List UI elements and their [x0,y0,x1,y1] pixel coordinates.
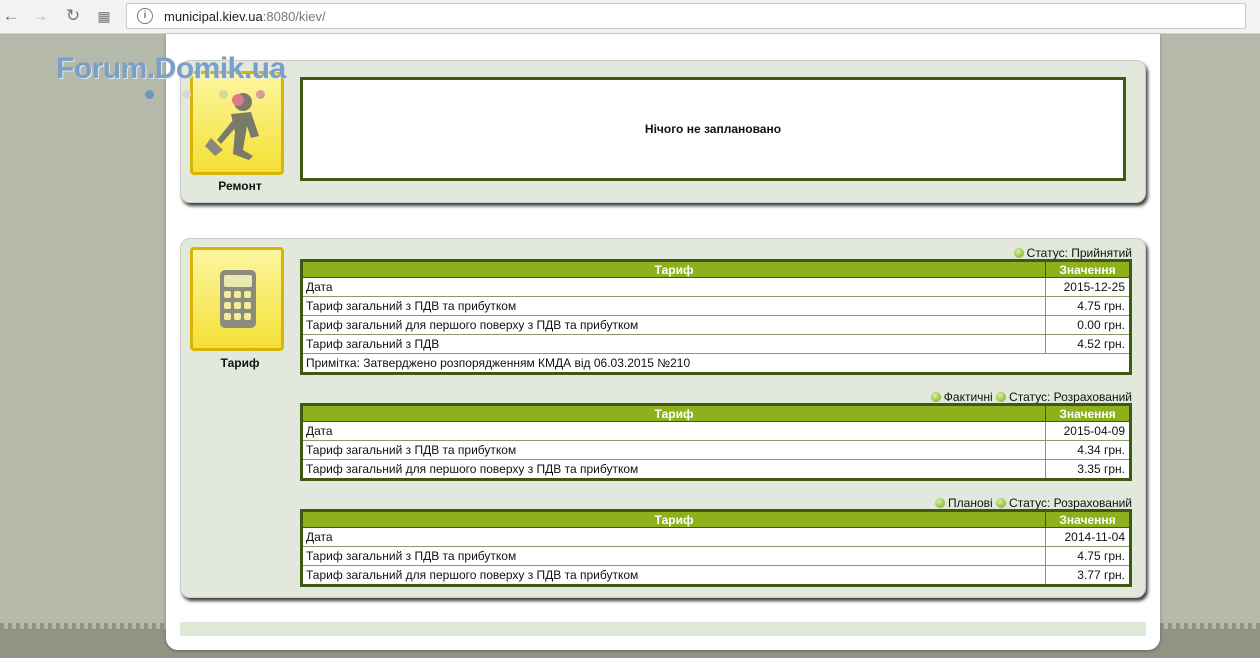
row-name: Тариф загальний з ПДВ та прибутком [301,296,1046,316]
status-prefix: Планові [948,496,993,510]
url-path: :8080/kiev/ [262,9,326,24]
repair-label: Ремонт [218,179,262,193]
address-bar[interactable]: i municipal.kiev.ua:8080/kiev/ [126,3,1246,29]
table-row: Тариф загальний з ПДВ 4.52 грн. [301,334,1131,354]
row-name: Тариф загальний з ПДВ та прибутком [301,440,1046,460]
repair-section: Ремонт Нічого не заплановано [180,60,1146,203]
status-prefix: Фактичні [943,390,993,404]
table-row-note: Примітка: Затверджено розпорядженням КМД… [301,353,1131,374]
url-text: municipal.kiev.ua:8080/kiev/ [164,9,326,24]
tariff-table-actual: Тариф Значення Дата 2015-04-09 Тариф загал… [300,403,1132,481]
calculator-icon [190,247,284,351]
watermark-dot [145,90,154,99]
row-name: Дата [301,421,1046,441]
status-dot-icon [935,498,946,508]
status-actual: Фактичні Статус: Розрахований [930,390,1132,404]
row-value: 3.77 грн. [1045,565,1131,586]
table-row: Дата 2015-12-25 [301,277,1131,297]
table-row: Тариф загальний для першого поверху з ПД… [301,565,1131,586]
row-value: 3.35 грн. [1045,459,1131,480]
column-header-value: Значення [1045,260,1131,278]
column-header-tariff: Тариф [301,510,1046,528]
status-text: Статус: Прийнятий [1026,246,1132,260]
status-dot-icon [1013,248,1024,258]
column-header-tariff: Тариф [301,260,1046,278]
row-value: 4.52 грн. [1045,334,1131,354]
browser-toolbar: ← → ↻ ▦ i municipal.kiev.ua:8080/kiev/ [0,0,1260,34]
row-name: Тариф загальний для першого поверху з ПД… [301,459,1046,480]
column-header-value: Значення [1045,404,1131,422]
url-host: municipal.kiev.ua [164,9,263,24]
status-planned: Планові Статус: Розрахований [935,496,1132,510]
column-header-value: Значення [1045,510,1131,528]
row-name: Тариф загальний для першого поверху з ПД… [301,315,1046,335]
apps-grid-icon[interactable]: ▦ [93,5,115,27]
table-row: Тариф загальний для першого поверху з ПД… [301,459,1131,480]
forward-arrow-icon[interactable]: → [29,5,51,27]
repair-worker-icon [190,71,284,175]
table-row: Дата 2015-04-09 [301,421,1131,441]
row-value: 4.75 грн. [1045,546,1131,566]
tariff-section: Тариф Статус: Прийнятий Тариф Значення Да… [180,238,1146,598]
table-row: Тариф загальний з ПДВ та прибутком 4.75 г… [301,546,1131,566]
table-row: Тариф загальний з ПДВ та прибутком 4.34 г… [301,440,1131,460]
column-header-tariff: Тариф [301,404,1046,422]
row-name: Тариф загальний для першого поверху з ПД… [301,565,1046,586]
status-dot-icon [930,392,941,402]
table-row: Тариф загальний з ПДВ та прибутком 4.75 г… [301,296,1131,316]
row-value: 2015-04-09 [1045,421,1131,441]
note-text: Примітка: Затверджено розпорядженням КМД… [301,353,1131,374]
repair-plan-box: Нічого не заплановано [300,77,1126,181]
row-value: 0.00 грн. [1045,315,1131,335]
status-text: Статус: Розрахований [1009,496,1132,510]
back-arrow-icon[interactable]: ← [0,5,22,27]
row-name: Тариф загальний з ПДВ [301,334,1046,354]
content-panel: Ремонт Нічого не заплановано Тариф Стату… [166,34,1160,650]
row-value: 4.75 грн. [1045,296,1131,316]
row-name: Тариф загальний з ПДВ та прибутком [301,546,1046,566]
table-row: Дата 2014-11-04 [301,527,1131,547]
watermark-dots [145,88,293,102]
tariff-table-accepted: Тариф Значення Дата 2015-12-25 Тариф загал… [300,259,1132,375]
footer-bar [180,622,1146,636]
reload-icon[interactable]: ↻ [62,5,84,27]
row-value: 2014-11-04 [1045,527,1131,547]
status-dot-icon [996,392,1007,402]
status-accepted: Статус: Прийнятий [1013,246,1132,260]
row-value: 2015-12-25 [1045,277,1131,297]
row-name: Дата [301,527,1046,547]
watermark-dot [219,90,228,99]
status-text: Статус: Розрахований [1009,390,1132,404]
table-row: Тариф загальний для першого поверху з ПД… [301,315,1131,335]
row-name: Дата [301,277,1046,297]
watermark-dot [256,90,265,99]
repair-message: Нічого не заплановано [644,122,782,136]
watermark-logo: Forum.Domik.ua [56,52,286,85]
watermark-dot [182,90,191,99]
tariff-label: Тариф [220,356,260,370]
info-icon[interactable]: i [137,8,153,24]
tariff-table-planned: Тариф Значення Дата 2014-11-04 Тариф загал… [300,509,1132,587]
status-dot-icon [996,498,1007,508]
row-value: 4.34 грн. [1045,440,1131,460]
